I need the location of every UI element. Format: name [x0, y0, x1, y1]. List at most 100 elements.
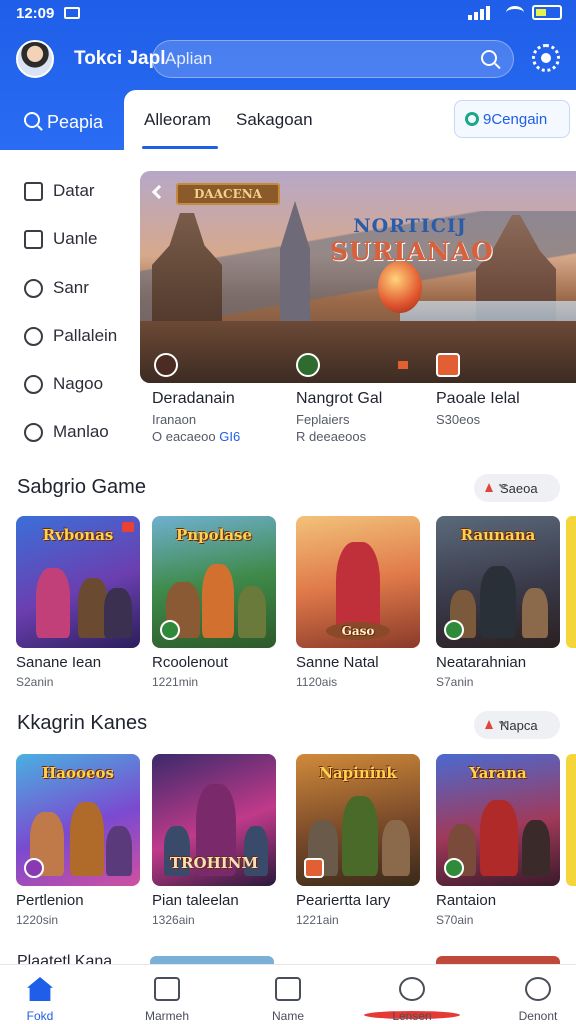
- nav-label: Denont: [518, 1009, 558, 1023]
- nav-lensen[interactable]: Lensen: [362, 965, 462, 1024]
- game-thumbnail: Rvbonas: [16, 516, 140, 648]
- game-thumbnail: Napinink: [296, 754, 420, 886]
- map-icon: [275, 977, 301, 1001]
- game-name: Pertlenion: [16, 892, 84, 909]
- bottom-nav: Fokd Marmeh Name Lensen Denont: [0, 964, 576, 1024]
- settings-icon[interactable]: [532, 44, 560, 72]
- search-input[interactable]: [165, 47, 465, 71]
- game-card[interactable]: Raunana Neatarahnian S7anin: [436, 516, 560, 689]
- game-art-title: Rvbonas: [42, 526, 114, 544]
- battery-icon: [532, 5, 562, 20]
- next-card-peek: [566, 754, 576, 886]
- game-card[interactable]: Haooeos Pertlenion 1220sin: [16, 754, 140, 927]
- game-thumbnail: Gaso: [296, 516, 420, 648]
- wifi-icon: [506, 5, 524, 20]
- featured-card-meta: O eacaeoo GI6: [152, 429, 241, 444]
- game-card[interactable]: Gaso Sanne Natal 1120ais: [296, 516, 420, 689]
- game-card[interactable]: TROHINM Pian taleelan 1326ain: [152, 754, 276, 927]
- nav-home[interactable]: Fokd: [0, 965, 90, 1024]
- game-badge-icon: [444, 620, 464, 640]
- featured-card[interactable]: Nangrot Gal Feplaiers R deeaeoos: [296, 390, 436, 444]
- game-card[interactable]: Napinink Peariertta Iary 1221ain: [296, 754, 420, 927]
- nav-label: Lensen: [392, 1009, 432, 1023]
- nav-profile[interactable]: Denont: [488, 965, 576, 1024]
- game-name: Peariertta Iary: [296, 892, 391, 909]
- banner-logo-line1: NORTICIJ: [353, 215, 467, 237]
- game-thumbnail: Pnpolase: [152, 516, 276, 648]
- chat-icon: [24, 423, 43, 442]
- sidebar-item-label: Sanr: [53, 278, 89, 297]
- game-badge-icon: [154, 353, 178, 377]
- sidebar-item-label: Datar: [53, 181, 95, 200]
- game-meta: 1221ain: [296, 913, 339, 927]
- search-icon[interactable]: [481, 50, 497, 66]
- featured-card[interactable]: Paoale Ielal S30eos: [436, 390, 576, 427]
- corner-badge-icon: [122, 522, 134, 532]
- search-icon: [24, 279, 43, 298]
- section-title: Kkagrin Kanes: [17, 712, 148, 734]
- cengain-button-label: 9Cengain: [483, 111, 548, 128]
- status-bar: 12:09: [0, 0, 576, 28]
- game-art-title: Gaso: [341, 624, 375, 638]
- featured-card-meta: R deeaeoos: [296, 429, 367, 444]
- game-badge-icon: [444, 858, 464, 878]
- chevron-left-icon[interactable]: [151, 184, 167, 200]
- cengain-button[interactable]: 9Cengain: [454, 100, 570, 138]
- game-art-title: Pnpolase: [175, 526, 253, 544]
- game-meta: S2anin: [16, 675, 54, 689]
- game-badge-icon: [436, 353, 460, 377]
- game-thumbnail: Yarana: [436, 754, 560, 886]
- featured-card-title: Paoale Ielal: [436, 390, 520, 407]
- featured-card-title: Nangrot Gal: [296, 390, 383, 407]
- profile-icon: [525, 977, 551, 1001]
- game-meta: 1326ain: [152, 913, 195, 927]
- tab-people[interactable]: Peapia: [0, 90, 124, 150]
- game-name: Pian taleelan: [152, 892, 239, 909]
- status-time: 12:09: [16, 5, 55, 22]
- game-badge-icon: [304, 858, 324, 878]
- sidebar-item-label: Nagoo: [53, 374, 104, 393]
- nav-marmeh[interactable]: Marmeh: [117, 965, 217, 1024]
- active-tab-indicator: [142, 146, 218, 149]
- featured-card-sub: Iranaon: [152, 412, 197, 427]
- featured-card[interactable]: Deradanain Iranaon O eacaeoo GI6: [152, 390, 292, 444]
- avatar[interactable]: [16, 40, 54, 78]
- nav-name[interactable]: Name: [238, 965, 338, 1024]
- section-filter-pill[interactable]: Saeoa: [474, 474, 560, 502]
- tab-alleoram[interactable]: Alleoram: [144, 110, 211, 130]
- game-name: Sanne Natal: [296, 654, 379, 671]
- tab-sakagoan[interactable]: Sakagoan: [236, 110, 313, 130]
- sidebar-item-label: Manlao: [53, 422, 109, 441]
- game-card[interactable]: Yarana Rantaion S70ain: [436, 754, 560, 927]
- game-badge-icon: [24, 858, 44, 878]
- search-icon: [24, 112, 40, 128]
- app-header: 12:09 Tokci Japl Peapia Alleoram Sakagoa…: [0, 0, 576, 150]
- game-art-title: Haooeos: [42, 764, 114, 782]
- game-meta: S70ain: [436, 913, 474, 927]
- tab-bar: Alleoram Sakagoan 9Cengain: [124, 90, 576, 150]
- home-icon: [27, 977, 53, 1001]
- nav-label: Fokd: [26, 1009, 54, 1023]
- featured-card-title: Deradanain: [152, 390, 235, 407]
- game-card[interactable]: Pnpolase Rcoolenout 1221min: [152, 516, 276, 689]
- banner-logo-line2: SURIANAO: [330, 237, 494, 266]
- search-bar[interactable]: [152, 40, 514, 78]
- game-name: Rcoolenout: [152, 654, 228, 671]
- game-art-title: Napinink: [319, 764, 397, 782]
- game-card[interactable]: Rvbonas Sanane Iean S2anin: [16, 516, 140, 689]
- featured-card-highlight: GI6: [219, 429, 241, 444]
- circle-icon: [465, 112, 479, 126]
- featured-banner[interactable]: DAACENA NORTICIJ SURIANAO: [140, 171, 576, 383]
- game-meta: S7anin: [436, 675, 474, 689]
- section-filter-pill[interactable]: Napca: [474, 711, 560, 739]
- edit-icon: [24, 327, 43, 346]
- flame-icon: [485, 483, 493, 492]
- game-thumbnail: TROHINM: [152, 754, 276, 886]
- section-title: Sabgrio Game: [17, 476, 146, 498]
- partial-card-row: [16, 956, 576, 964]
- game-thumbnail: Haooeos: [16, 754, 140, 886]
- game-badge-icon: [296, 353, 320, 377]
- top-bar: Tokci Japl: [0, 36, 576, 82]
- game-meta: 1120ais: [296, 675, 338, 689]
- banner-logo: NORTICIJ SURIANAO: [330, 215, 494, 266]
